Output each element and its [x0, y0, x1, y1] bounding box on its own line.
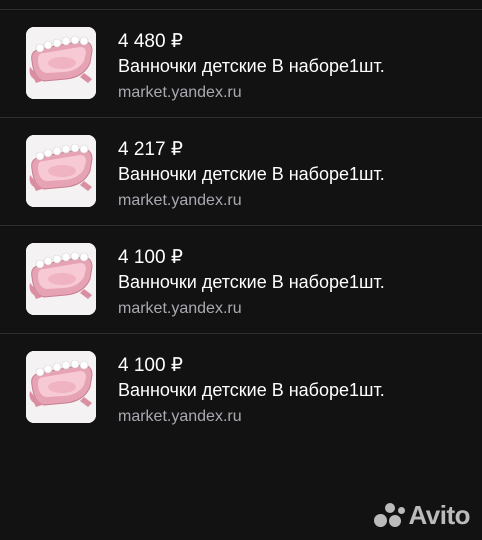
product-source[interactable]: market.yandex.ru — [118, 191, 472, 211]
product-thumbnail[interactable] — [26, 243, 96, 315]
product-source[interactable]: market.yandex.ru — [118, 299, 472, 319]
product-thumbnail[interactable] — [26, 351, 96, 423]
baby-bath-image — [26, 135, 96, 207]
product-thumbnail[interactable] — [26, 27, 96, 99]
product-source[interactable]: market.yandex.ru — [118, 83, 472, 103]
baby-bath-image — [26, 351, 96, 423]
avito-logo-icon — [372, 500, 406, 530]
product-thumbnail[interactable] — [26, 135, 96, 207]
product-price: 4 100 ₽ — [118, 247, 183, 268]
product-item[interactable]: 4 480 ₽ Ванночки детские В наборе1шт. ma… — [0, 10, 482, 118]
product-item[interactable]: 4 100 ₽ Ванночки детские В наборе1шт. ma… — [0, 226, 482, 334]
product-title[interactable]: Ванночки детские В наборе1шт. — [118, 55, 472, 77]
product-price: 4 217 ₽ — [118, 139, 183, 160]
product-title[interactable]: Ванночки детские В наборе1шт. — [118, 271, 472, 293]
product-item[interactable]: 4 100 ₽ Ванночки детские В наборе1шт. ma… — [0, 334, 482, 442]
avito-watermark: Avito — [372, 500, 470, 530]
product-title[interactable]: Ванночки детские В наборе1шт. — [118, 163, 472, 185]
product-price: 4 480 ₽ — [118, 31, 183, 52]
product-price: 4 100 ₽ — [118, 355, 183, 376]
baby-bath-image — [26, 243, 96, 315]
product-info: 4 480 ₽ Ванночки детские В наборе1шт. ma… — [118, 31, 472, 103]
avito-watermark-text: Avito — [408, 499, 470, 530]
product-title[interactable]: Ванночки детские В наборе1шт. — [118, 379, 472, 401]
product-item[interactable]: 4 217 ₽ Ванночки детские В наборе1шт. ma… — [0, 118, 482, 226]
product-list: 4 480 ₽ Ванночки детские В наборе1шт. ma… — [0, 10, 482, 442]
baby-bath-image — [26, 27, 96, 99]
product-source[interactable]: market.yandex.ru — [118, 407, 472, 427]
product-info: 4 100 ₽ Ванночки детские В наборе1шт. ma… — [118, 247, 472, 319]
product-info: 4 100 ₽ Ванночки детские В наборе1шт. ma… — [118, 355, 472, 427]
product-info: 4 217 ₽ Ванночки детские В наборе1шт. ma… — [118, 139, 472, 211]
